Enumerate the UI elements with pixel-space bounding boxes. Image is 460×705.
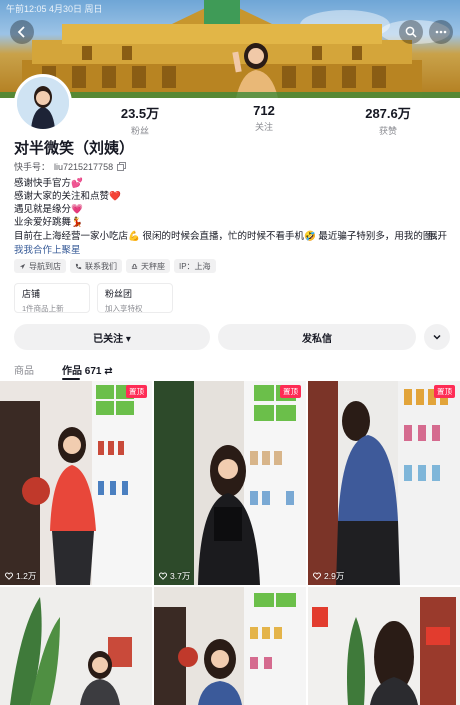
phone-icon — [75, 263, 82, 269]
message-button[interactable]: 发私信 — [218, 324, 416, 350]
bio-long-text: 目前在上海经营一家小吃店💪 很闲的时候会直播，忙的时候不看手机🤣 最近骗子特别多… — [14, 231, 441, 242]
stat-value: 712 — [253, 103, 275, 118]
expand-recommend-button[interactable] — [424, 324, 450, 350]
heart-outline-icon — [159, 572, 167, 580]
back-button[interactable] — [10, 20, 34, 44]
video-thumbnail[interactable]: 置顶 1.2万 — [0, 381, 152, 585]
video-likes: 1.2万 — [5, 570, 36, 582]
tag-label: IP：上海 — [179, 261, 211, 271]
more-dots-icon — [435, 30, 447, 34]
bio-long-line: 目前在上海经营一家小吃店💪 很闲的时候会直播，忙的时候不看手机🤣 最近骗子特别多… — [14, 228, 446, 242]
copy-icon[interactable] — [117, 162, 127, 171]
status-bar-time: 午前12:05 4月30日 周日 — [6, 4, 103, 14]
chevron-left-icon — [17, 26, 25, 38]
store-card-subtitle: 1件商品上新 — [22, 304, 64, 313]
tab-products[interactable]: 商品 — [14, 362, 34, 377]
navigation-icon — [19, 263, 26, 269]
pinned-badge: 置顶 — [434, 385, 455, 398]
stat-followers[interactable]: 23.5万 粉丝 — [100, 103, 180, 137]
video-cover-image — [0, 587, 152, 705]
profile-name: 对半微笑（刘姨） — [14, 140, 135, 157]
user-id-value: liu7215217758 — [54, 161, 114, 172]
video-cover-image — [154, 587, 306, 705]
video-thumbnail[interactable] — [308, 587, 460, 705]
fan-club-card-title: 粉丝团 — [105, 289, 133, 299]
user-id-row: 快手号： liu7215217758 — [14, 160, 127, 173]
video-likes: 3.7万 — [159, 570, 190, 582]
heart-outline-icon — [313, 572, 321, 580]
video-likes-count: 1.2万 — [16, 571, 37, 581]
video-thumbnail[interactable] — [0, 587, 152, 705]
store-card[interactable]: 店铺 1件商品上新 — [14, 283, 90, 313]
search-icon — [405, 26, 417, 38]
stat-likes[interactable]: 287.6万 获赞 — [348, 103, 428, 137]
avatar[interactable] — [14, 74, 72, 132]
avatar-image — [17, 77, 69, 129]
video-cover-image — [308, 381, 460, 585]
video-thumbnail[interactable] — [154, 587, 306, 705]
libra-icon — [131, 263, 138, 269]
content-tabs: 商品 作品 671 ⇄ — [0, 358, 460, 380]
cooperation-link[interactable]: 我我合作上聚星 — [14, 242, 81, 256]
profile-tags: 导航到店 联系我们 天秤座 IP：上海 — [14, 259, 216, 273]
video-cover-image — [154, 381, 306, 585]
heart-outline-icon — [5, 572, 13, 580]
fan-club-card[interactable]: 粉丝团 加入享特权 — [97, 283, 173, 313]
profile-banner: 午前12:05 4月30日 周日 — [0, 0, 460, 98]
video-likes: 2.9万 — [313, 570, 344, 582]
active-tab-indicator — [62, 378, 80, 380]
video-grid: 置顶 1.2万 置顶 3.7万 置顶 2.9万 — [0, 381, 460, 705]
search-button[interactable] — [399, 20, 423, 44]
video-likes-count: 2.9万 — [324, 571, 345, 581]
video-cover-image — [0, 381, 152, 585]
stat-label: 粉丝 — [130, 126, 149, 136]
tag-ip-location: IP：上海 — [174, 259, 216, 273]
bio-line: 遇见就是缘分💗 — [14, 204, 83, 215]
bio-line: 业余爱好跳舞💃 — [14, 217, 83, 228]
bio-line: 感谢快手官方💕 — [14, 178, 83, 189]
video-thumbnail[interactable]: 置顶 2.9万 — [308, 381, 460, 585]
chevron-down-icon — [433, 334, 441, 340]
store-card-title: 店铺 — [22, 289, 41, 299]
video-likes-count: 3.7万 — [170, 571, 191, 581]
pinned-badge: 置顶 — [280, 385, 301, 398]
expand-bio-button[interactable]: 展开 — [428, 228, 447, 242]
stat-following[interactable]: 712 关注 — [224, 103, 304, 133]
more-options-button[interactable] — [429, 20, 453, 44]
user-id-label: 快手号： — [14, 162, 51, 172]
bio-line: 感谢大家的关注和点赞❤️ — [14, 191, 121, 202]
stat-label: 关注 — [254, 122, 273, 132]
follow-button[interactable]: 已关注 ▾ — [14, 324, 210, 350]
tab-works[interactable]: 作品 671 ⇄ — [62, 362, 113, 377]
tag-contact-us[interactable]: 联系我们 — [70, 259, 122, 273]
tag-label: 联系我们 — [85, 261, 117, 271]
tag-zodiac: 天秤座 — [126, 259, 170, 273]
stat-label: 获赞 — [378, 126, 397, 136]
tag-label: 天秤座 — [141, 261, 165, 271]
fan-club-card-subtitle: 加入享特权 — [105, 304, 143, 313]
tag-navigate-store[interactable]: 导航到店 — [14, 259, 66, 273]
video-thumbnail[interactable]: 置顶 3.7万 — [154, 381, 306, 585]
stat-value: 287.6万 — [365, 106, 411, 121]
pinned-badge: 置顶 — [126, 385, 147, 398]
stat-value: 23.5万 — [120, 106, 160, 121]
tag-label: 导航到店 — [29, 261, 61, 271]
video-cover-image — [308, 587, 460, 705]
